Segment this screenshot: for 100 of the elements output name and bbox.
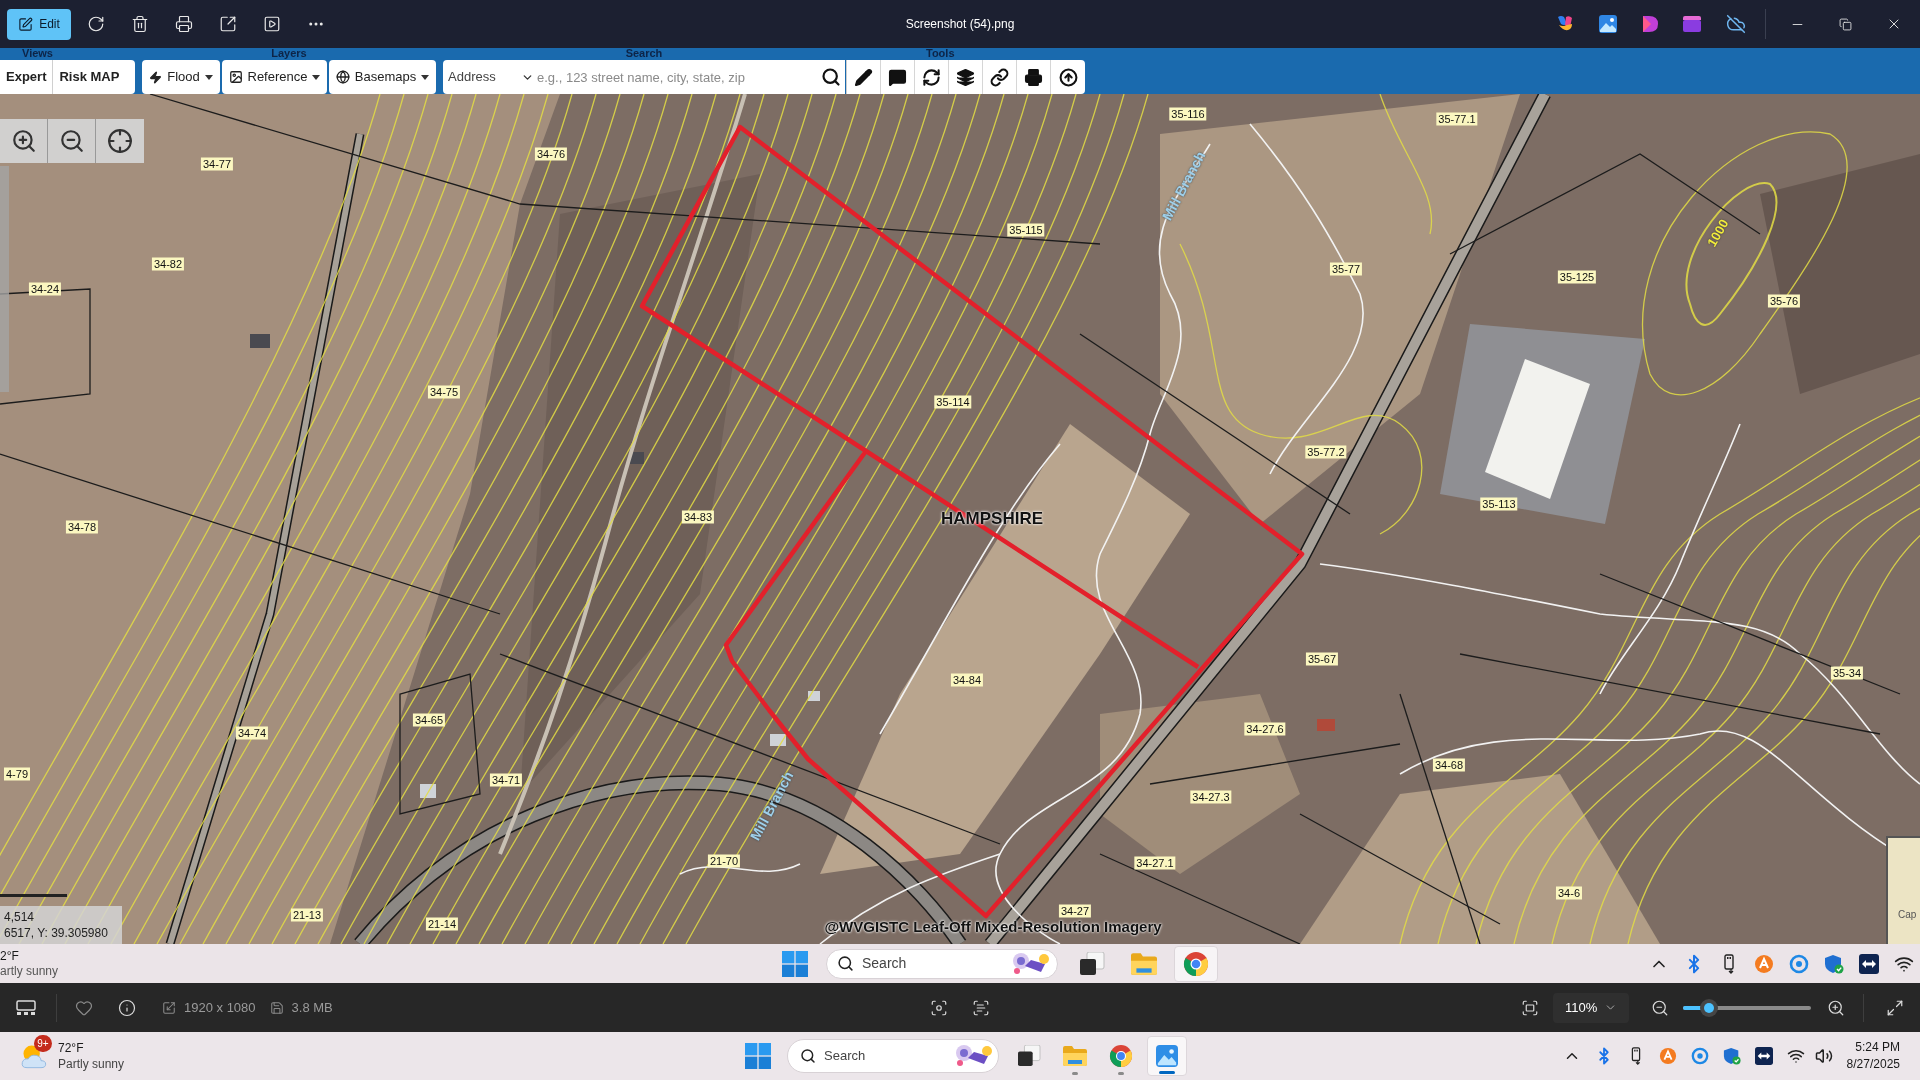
parcel-label: 21-14 bbox=[425, 917, 459, 931]
pencil-icon[interactable] bbox=[854, 67, 873, 87]
lightning-icon bbox=[149, 70, 163, 84]
parcel-label: 34-27.3 bbox=[1190, 790, 1232, 804]
folder-icon bbox=[1131, 951, 1157, 976]
view-button[interactable]: Risk MAP bbox=[53, 60, 126, 94]
weather-temperature: 72°F bbox=[58, 1040, 84, 1056]
mountain-picture-icon[interactable] bbox=[1599, 15, 1617, 33]
parcel-label: 35-67 bbox=[1305, 652, 1339, 666]
clapper-icon[interactable] bbox=[1683, 16, 1701, 32]
edit-icon bbox=[18, 16, 34, 32]
parcel-label: 34-68 bbox=[1432, 758, 1466, 772]
parcel-label: 35-76 bbox=[1767, 294, 1801, 308]
caret-icon bbox=[421, 74, 430, 80]
parcel-label: 35-116 bbox=[1169, 107, 1207, 121]
parcel-label: 34-24 bbox=[28, 282, 62, 296]
section-label: Views bbox=[22, 48, 53, 58]
parcel-label: 34-82 bbox=[151, 257, 185, 271]
cloud-off-icon[interactable] bbox=[1725, 14, 1747, 34]
info-icon[interactable] bbox=[118, 998, 136, 1017]
shield-check-icon[interactable] bbox=[1824, 953, 1844, 974]
parcel-label: 35-77 bbox=[1329, 262, 1363, 276]
parcel-label: 35-114 bbox=[934, 395, 972, 409]
overview-label: Cap bbox=[1898, 909, 1917, 920]
zoom-dropdown[interactable]: 110% bbox=[1553, 992, 1629, 1023]
parcel-label: 34-71 bbox=[489, 773, 523, 787]
parcel-label: 34-76 bbox=[534, 147, 568, 161]
coordinates-text: 6517, Y: 39.305980 bbox=[4, 925, 108, 941]
print-icon[interactable] bbox=[1024, 67, 1043, 87]
parcel-label: 35-125 bbox=[1557, 270, 1597, 284]
text-frame-icon[interactable] bbox=[972, 998, 990, 1017]
window-title: Screenshot (54).png bbox=[905, 16, 1015, 33]
weather-condition: Partly sunny bbox=[58, 1056, 125, 1072]
zoom-in-icon[interactable] bbox=[1827, 998, 1845, 1017]
arrows-square-icon[interactable] bbox=[1754, 1047, 1773, 1065]
search-box[interactable]: Search bbox=[826, 948, 1058, 979]
parcel-label: 35-115 bbox=[1007, 223, 1045, 237]
search-field[interactable]: e.g., 123 street name, city, state, zip bbox=[537, 60, 817, 94]
crosshair-icon bbox=[107, 128, 133, 154]
speech-bubble-icon[interactable] bbox=[888, 67, 907, 87]
arrow-up-circle-icon[interactable] bbox=[1058, 67, 1078, 87]
start-icon[interactable] bbox=[782, 950, 808, 977]
parcel-label: 34-27.1 bbox=[1134, 856, 1176, 870]
parcel-label: 35-113 bbox=[1480, 497, 1518, 511]
letter-a-disc-icon[interactable] bbox=[1754, 953, 1774, 974]
arrows-square-icon[interactable] bbox=[1859, 953, 1879, 974]
parcel-label: 34-27.6 bbox=[1244, 722, 1286, 736]
focus-frame-icon[interactable] bbox=[930, 998, 948, 1017]
caret-icon bbox=[204, 74, 213, 80]
refresh-icon[interactable] bbox=[922, 67, 941, 87]
section-label: Search bbox=[625, 48, 663, 58]
search-highlight-icon bbox=[1011, 951, 1051, 976]
zoom-out-icon[interactable] bbox=[1651, 998, 1669, 1017]
slider-thumb[interactable] bbox=[1699, 998, 1718, 1017]
parcel-label: 35-34 bbox=[1830, 666, 1864, 680]
section-label: Tools bbox=[926, 48, 955, 58]
image-dimensions: 1920 x 1080 bbox=[184, 998, 256, 1017]
share-icon[interactable] bbox=[219, 15, 237, 33]
zoom-out-button[interactable] bbox=[48, 119, 96, 163]
ribbon-logo-icon[interactable] bbox=[1641, 15, 1659, 33]
print-icon[interactable] bbox=[175, 15, 193, 33]
zoom-out-icon bbox=[58, 128, 85, 154]
zoom-slider[interactable] bbox=[1683, 998, 1811, 1017]
restore-icon[interactable] bbox=[1839, 17, 1852, 31]
ring-icon[interactable] bbox=[1789, 953, 1809, 974]
start-icon[interactable] bbox=[745, 1043, 771, 1069]
shield-check-icon[interactable] bbox=[1722, 1047, 1741, 1065]
search-button[interactable] bbox=[817, 60, 845, 94]
edit-button[interactable]: Edit bbox=[7, 8, 71, 40]
scale-bar bbox=[0, 894, 67, 897]
parcel-label: 34-77 bbox=[200, 157, 234, 171]
ring-icon[interactable] bbox=[1690, 1047, 1709, 1065]
frame-corners-icon[interactable] bbox=[1521, 998, 1539, 1017]
task-view-icon bbox=[1079, 951, 1105, 976]
parcel-label: 34-65 bbox=[412, 713, 446, 727]
search-box[interactable]: Search bbox=[787, 1039, 999, 1073]
expand-arrows-icon[interactable] bbox=[1886, 998, 1904, 1017]
parcel-label: 35-77.2 bbox=[1305, 445, 1347, 459]
search-highlight-icon bbox=[954, 1044, 994, 1068]
delete-icon[interactable] bbox=[131, 15, 149, 33]
search-type-select[interactable]: Address bbox=[443, 60, 537, 94]
letter-a-disc-icon[interactable] bbox=[1658, 1047, 1677, 1065]
layers-icon[interactable] bbox=[956, 67, 975, 87]
layer-menu-button[interactable]: Flood bbox=[142, 60, 220, 94]
layer-menu-button[interactable]: Reference bbox=[222, 60, 327, 94]
task-view-icon bbox=[1017, 1045, 1041, 1067]
rotate-icon[interactable] bbox=[87, 15, 105, 33]
volume-icon[interactable] bbox=[1814, 1047, 1833, 1065]
parcel-label: 34-78 bbox=[65, 520, 99, 534]
parcel-label: 21-70 bbox=[707, 854, 741, 868]
wifi-icon[interactable] bbox=[1786, 1047, 1805, 1065]
locate-button[interactable] bbox=[96, 119, 144, 163]
link-icon[interactable] bbox=[990, 67, 1009, 87]
play-square-icon[interactable] bbox=[263, 15, 281, 33]
zoom-in-button[interactable] bbox=[0, 119, 48, 163]
globe-icon bbox=[335, 70, 350, 84]
filmstrip-icon[interactable] bbox=[16, 999, 36, 1016]
heart-icon[interactable] bbox=[75, 998, 93, 1017]
layer-menu-button[interactable]: Basemaps bbox=[329, 60, 436, 94]
swirl-logo-icon[interactable] bbox=[1555, 15, 1575, 33]
